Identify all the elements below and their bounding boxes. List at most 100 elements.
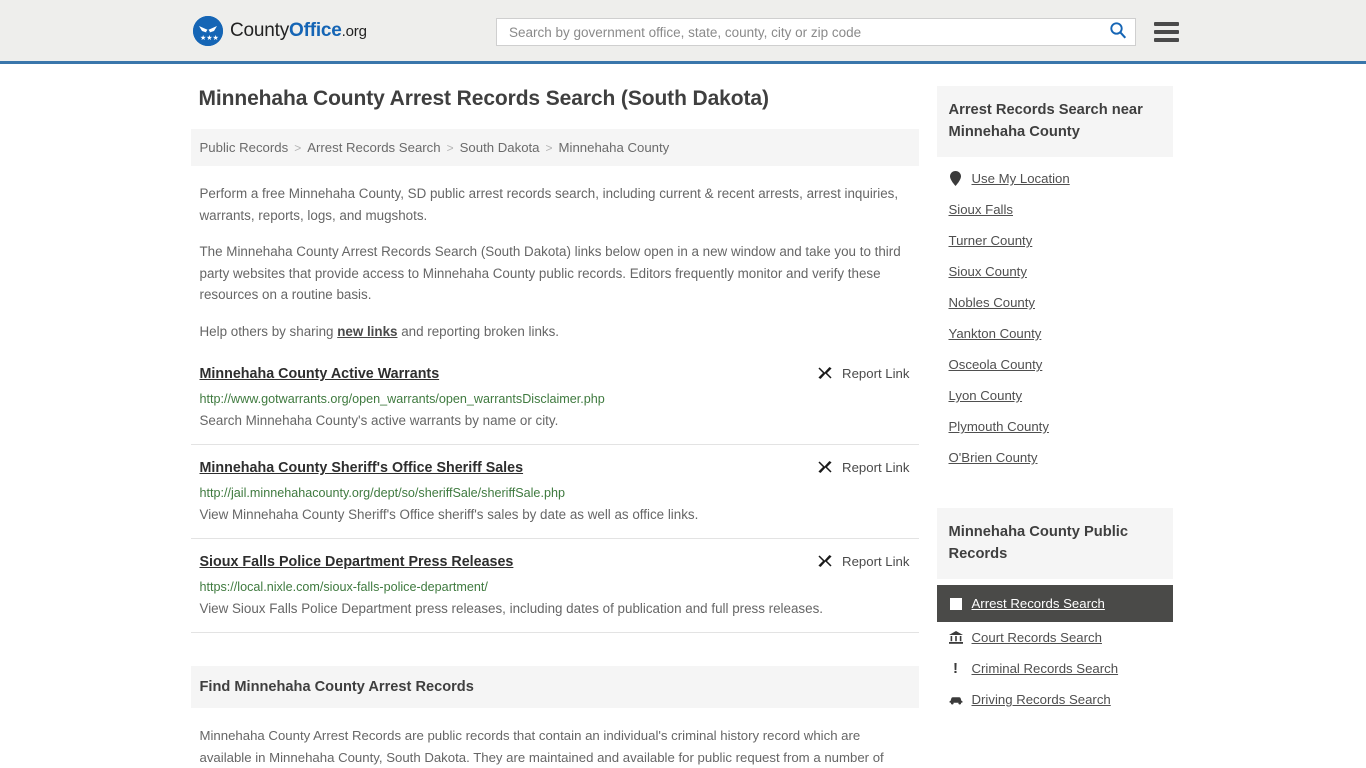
find-records-body: Minnehaha County Arrest Records are publ… [191,725,919,768]
find-records-heading: Find Minnehaha County Arrest Records [190,666,919,708]
results-list: Minnehaha County Active Warrants Report … [190,364,919,633]
sidebar-item-driving-records-search[interactable]: Driving Records Search [937,684,1173,715]
sidebar-item-label: Plymouth County [948,419,1049,434]
report-link-label: Report Link [842,365,910,381]
nearby-searches-list: Use My Location Sioux Falls Turner Count… [937,157,1173,473]
intro-paragraph-3: Help others by sharing new links and rep… [200,321,910,343]
sidebar-item-court-records-search[interactable]: Court Records Search [937,622,1173,653]
report-link-button[interactable]: Report Link [817,364,910,381]
sidebar-item-criminal-records-search[interactable]: ! Criminal Records Search [937,653,1173,684]
report-link-button[interactable]: Report Link [817,458,910,475]
result-title-link[interactable]: Minnehaha County Active Warrants [200,364,440,384]
search-box[interactable] [496,18,1136,46]
result-item: Minnehaha County Sheriff's Office Sherif… [190,458,919,539]
sidebar-item-obrien-county[interactable]: O'Brien County [937,442,1173,473]
sidebar-item-label: Arrest Records Search [971,596,1105,611]
broken-link-icon [818,460,832,474]
sidebar-item-label: Court Records Search [971,630,1102,645]
breadcrumb-item-public-records[interactable]: Public Records [200,140,289,155]
nearby-searches-panel: Arrest Records Search near Minnehaha Cou… [936,86,1173,473]
result-url[interactable]: https://local.nixle.com/sioux-falls-poli… [200,579,910,595]
site-logo[interactable]: ★★★ CountyOffice.org [193,15,367,46]
report-link-label: Report Link [842,553,910,569]
sidebar-item-label: Sioux Falls [948,202,1014,217]
result-header: Minnehaha County Sheriff's Office Sherif… [200,458,910,478]
car-icon [948,695,963,705]
sidebar-item-label: Osceola County [948,357,1043,372]
broken-link-icon [818,554,832,568]
hamburger-menu-icon[interactable] [1154,22,1179,42]
sidebar-item-plymouth-county[interactable]: Plymouth County [937,411,1173,442]
result-item: Sioux Falls Police Department Press Rele… [190,552,919,633]
result-title-link[interactable]: Sioux Falls Police Department Press Rele… [200,552,514,572]
sidebar-item-sioux-county[interactable]: Sioux County [937,256,1173,287]
report-link-button[interactable]: Report Link [817,552,910,569]
page-title: Minnehaha County Arrest Records Search (… [198,87,769,110]
sidebar-item-label: Lyon County [948,388,1023,403]
breadcrumb-item-arrest-records-search[interactable]: Arrest Records Search [307,140,440,155]
svg-text:★★★: ★★★ [200,34,219,42]
breadcrumb-item-south-dakota[interactable]: South Dakota [460,140,540,155]
new-links-link[interactable]: new links [337,324,397,339]
result-header: Minnehaha County Active Warrants Report … [200,364,910,384]
share-text-after: and reporting broken links. [397,323,560,339]
find-records-paragraph: Minnehaha County Arrest Records are publ… [199,728,884,765]
sidebar-item-label: Driving Records Search [971,692,1111,707]
report-link-label: Report Link [842,459,910,475]
sidebar-item-yankton-county[interactable]: Yankton County [937,318,1173,349]
result-header: Sioux Falls Police Department Press Rele… [200,552,910,572]
sidebar-item-nobles-county[interactable]: Nobles County [937,287,1173,318]
broken-link-icon [818,366,832,380]
sidebar-item-label: Yankton County [948,326,1042,341]
sidebar-item-use-my-location[interactable]: Use My Location [937,163,1173,194]
public-records-list: Arrest Records Search Court Records Sear… [936,579,1173,715]
logo-text: CountyOffice.org [230,20,367,42]
square-icon [949,597,963,610]
map-pin-icon [949,171,963,186]
sidebar-item-arrest-records-search[interactable]: Arrest Records Search [936,585,1173,622]
result-description: View Minnehaha County Sheriff's Office s… [199,507,699,522]
sidebar-item-label: Criminal Records Search [971,661,1119,676]
sidebar-item-label: Nobles County [948,295,1036,310]
sidebar-item-label: Use My Location [971,171,1070,186]
search-input[interactable] [507,23,1109,41]
sidebar: Arrest Records Search near Minnehaha Cou… [936,86,1173,717]
search-icon[interactable] [1109,21,1127,44]
sidebar-item-osceola-county[interactable]: Osceola County [937,349,1173,380]
sidebar-item-label: Turner County [948,233,1033,248]
sidebar-item-lyon-county[interactable]: Lyon County [937,380,1173,411]
result-description: Search Minnehaha County's active warrant… [199,413,559,428]
eagle-shield-icon: ★★★ [193,15,223,46]
breadcrumb-separator: > [446,140,454,155]
intro-paragraph-2: The Minnehaha County Arrest Records Sear… [199,244,901,302]
content-container: Minnehaha County Arrest Records Search (… [190,64,1176,768]
intro-text: Perform a free Minnehaha County, SD publ… [191,183,919,342]
exclamation-icon: ! [953,659,958,677]
sidebar-item-label: O'Brien County [948,450,1038,465]
intro-paragraph-1: Perform a free Minnehaha County, SD publ… [199,186,899,223]
result-url[interactable]: http://www.gotwarrants.org/open_warrants… [200,391,910,407]
header-search-area [496,18,1179,46]
logo-text-county: County [230,19,290,41]
result-url[interactable]: http://jail.minnehahacounty.org/dept/so/… [200,485,910,501]
logo-text-org: .org [341,22,367,40]
breadcrumb-separator: > [294,140,302,155]
breadcrumb: Public Records > Arrest Records Search >… [190,129,919,166]
sidebar-item-turner-county[interactable]: Turner County [937,225,1173,256]
page-body: Minnehaha County Arrest Records Search (… [0,64,1366,768]
nearby-searches-heading: Arrest Records Search near Minnehaha Cou… [936,86,1173,157]
breadcrumb-separator: > [545,140,553,155]
breadcrumb-item-minnehaha-county[interactable]: Minnehaha County [559,140,670,155]
sidebar-item-label: Sioux County [948,264,1027,279]
main-column: Minnehaha County Arrest Records Search (… [190,86,919,768]
logo-text-office: Office [289,19,342,41]
result-description: View Sioux Falls Police Department press… [199,601,824,616]
result-title-link[interactable]: Minnehaha County Sheriff's Office Sherif… [200,458,524,478]
share-text-before: Help others by sharing [199,323,338,339]
public-records-heading: Minnehaha County Public Records [936,508,1173,579]
sidebar-item-sioux-falls[interactable]: Sioux Falls [937,194,1173,225]
bank-courthouse-icon [948,631,963,644]
public-records-panel: Minnehaha County Public Records Arrest R… [936,508,1173,715]
site-header: ★★★ CountyOffice.org [0,0,1366,64]
result-item: Minnehaha County Active Warrants Report … [190,364,919,445]
